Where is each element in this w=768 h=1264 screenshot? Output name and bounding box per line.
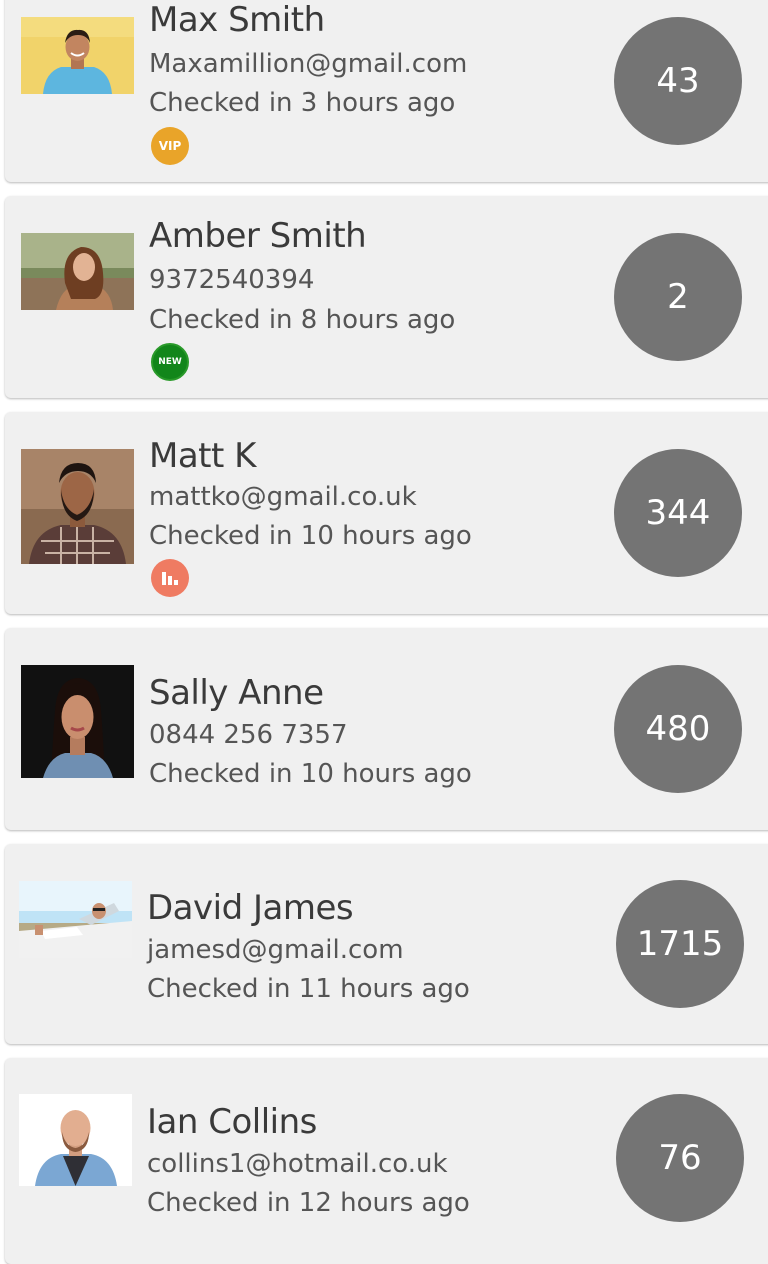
avatar — [19, 1094, 132, 1186]
checkin-count-badge: 76 — [616, 1094, 744, 1222]
vip-seal-icon: VIP — [151, 127, 189, 165]
avatar — [19, 881, 132, 958]
checkin-time: Checked in 11 hours ago — [147, 974, 470, 1004]
badge-label: NEW — [158, 357, 182, 367]
customer-contact: 0844 256 7357 — [149, 720, 348, 750]
badge-label: VIP — [158, 139, 182, 153]
avatar — [21, 233, 134, 310]
customer-contact: Maxamillion@gmail.com — [149, 49, 468, 79]
customer-card[interactable]: Amber Smith 9372540394 Checked in 8 hour… — [5, 196, 768, 398]
avatar — [21, 665, 134, 778]
checkin-count-badge: 43 — [614, 17, 742, 145]
customer-contact: 9372540394 — [149, 265, 315, 295]
customer-name: Amber Smith — [149, 216, 367, 256]
bar-chart-icon — [151, 559, 189, 597]
checkin-count-badge: 2 — [614, 233, 742, 361]
customer-name: Matt K — [149, 436, 256, 476]
customer-contact: mattko@gmail.co.uk — [149, 482, 417, 512]
customer-card[interactable]: Sally Anne 0844 256 7357 Checked in 10 h… — [5, 628, 768, 830]
customer-list: Max Smith Maxamillion@gmail.com Checked … — [0, 0, 768, 1264]
checkin-count-badge: 1715 — [616, 880, 744, 1008]
avatar — [21, 17, 134, 94]
checkin-count-badge: 344 — [614, 449, 742, 577]
customer-name: Sally Anne — [149, 673, 324, 713]
checkin-time: Checked in 10 hours ago — [149, 521, 472, 551]
checkin-count-badge: 480 — [614, 665, 742, 793]
checkin-time: Checked in 3 hours ago — [149, 88, 456, 118]
customer-card[interactable]: David James jamesd@gmail.com Checked in … — [5, 844, 768, 1044]
customer-name: Max Smith — [149, 0, 325, 40]
new-badge-icon: NEW — [151, 343, 189, 381]
avatar — [21, 449, 134, 564]
checkin-time: Checked in 8 hours ago — [149, 305, 456, 335]
customer-contact: jamesd@gmail.com — [147, 935, 404, 965]
customer-name: David James — [147, 888, 354, 928]
customer-card[interactable]: Max Smith Maxamillion@gmail.com Checked … — [5, 0, 768, 182]
customer-contact: collins1@hotmail.co.uk — [147, 1149, 448, 1179]
checkin-time: Checked in 10 hours ago — [149, 759, 472, 789]
customer-name: Ian Collins — [147, 1102, 317, 1142]
customer-card[interactable]: Ian Collins collins1@hotmail.co.uk Check… — [5, 1058, 768, 1264]
customer-card[interactable]: Matt K mattko@gmail.co.uk Checked in 10 … — [5, 412, 768, 614]
checkin-time: Checked in 12 hours ago — [147, 1188, 470, 1218]
